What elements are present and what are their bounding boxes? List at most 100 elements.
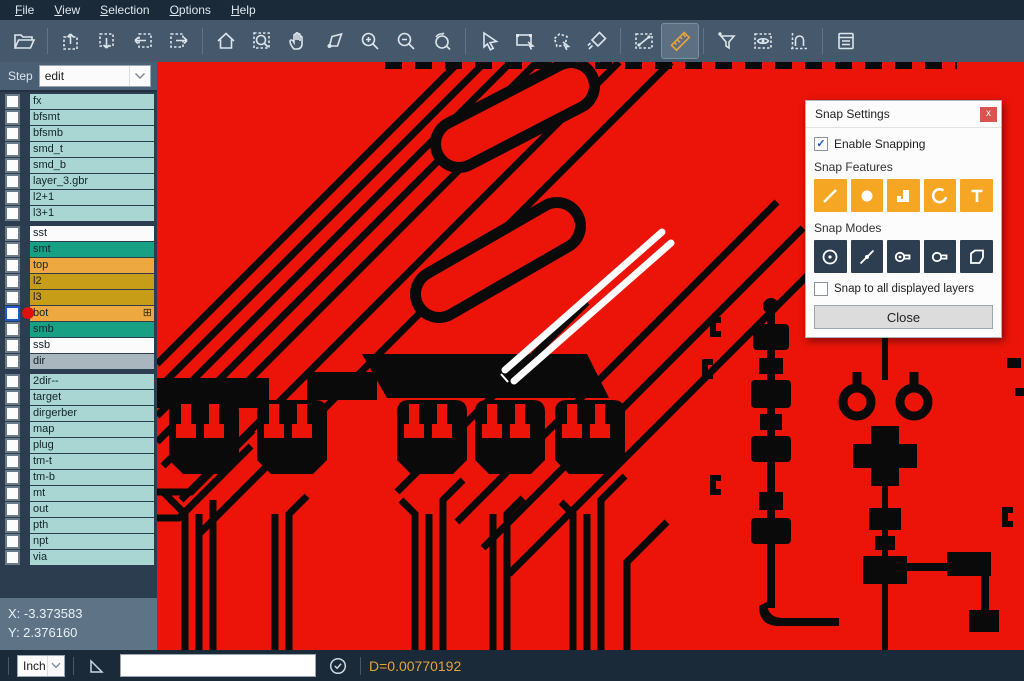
measure-line-button[interactable] bbox=[626, 24, 662, 58]
layer-row-l2+1[interactable]: l2+1 bbox=[0, 190, 157, 205]
layer-visibility-checkbox[interactable] bbox=[5, 486, 20, 501]
menu-item-help[interactable]: Help bbox=[222, 1, 265, 19]
zoom-polygon-button[interactable] bbox=[316, 24, 352, 58]
layer-row-l2[interactable]: l2 bbox=[0, 274, 157, 289]
layer-visibility-checkbox[interactable] bbox=[5, 502, 20, 517]
report-button[interactable] bbox=[828, 24, 864, 58]
all-layers-checkbox[interactable] bbox=[814, 282, 828, 296]
menu-item-options[interactable]: Options bbox=[161, 1, 220, 19]
import-down-button[interactable] bbox=[89, 24, 125, 58]
layer-row-via[interactable]: via bbox=[0, 550, 157, 565]
zoom-reset-button[interactable] bbox=[424, 24, 460, 58]
layer-visibility-checkbox[interactable] bbox=[5, 422, 20, 437]
snap-line-button[interactable] bbox=[814, 179, 847, 212]
layer-visibility-checkbox[interactable] bbox=[5, 354, 20, 369]
layer-visibility-checkbox[interactable] bbox=[5, 406, 20, 421]
layer-visibility-checkbox[interactable] bbox=[5, 438, 20, 453]
close-icon[interactable]: x bbox=[980, 107, 997, 122]
measure-ruler-button[interactable] bbox=[662, 24, 698, 58]
unit-dropdown[interactable]: Inch bbox=[17, 655, 65, 677]
export-up-button[interactable] bbox=[53, 24, 89, 58]
layer-row-bfsmb[interactable]: bfsmb bbox=[0, 126, 157, 141]
dialog-titlebar[interactable]: Snap Settings x bbox=[806, 101, 1001, 128]
layer-row-smd_b[interactable]: smd_b bbox=[0, 158, 157, 173]
select-rectangle-button[interactable] bbox=[507, 24, 543, 58]
snap-center-button[interactable] bbox=[814, 240, 847, 273]
clean-brush-button[interactable] bbox=[579, 24, 615, 58]
layer-visibility-checkbox[interactable] bbox=[5, 534, 20, 549]
layer-visibility-checkbox[interactable] bbox=[5, 470, 20, 485]
layer-row-l3+1[interactable]: l3+1 bbox=[0, 206, 157, 221]
layer-row-smb[interactable]: smb bbox=[0, 322, 157, 337]
menu-item-view[interactable]: View bbox=[45, 1, 89, 19]
layer-row-dirgerber[interactable]: dirgerber bbox=[0, 406, 157, 421]
layer-row-tm-t[interactable]: tm-t bbox=[0, 454, 157, 469]
layer-visibility-checkbox[interactable] bbox=[5, 94, 20, 109]
step-dropdown[interactable]: edit bbox=[39, 65, 151, 87]
spline-button[interactable] bbox=[781, 24, 817, 58]
layer-visibility-checkbox[interactable] bbox=[5, 322, 20, 337]
menu-item-selection[interactable]: Selection bbox=[91, 1, 158, 19]
snap-entry-button[interactable] bbox=[924, 240, 957, 273]
layer-visibility-checkbox[interactable] bbox=[5, 110, 20, 125]
confirm-circle-icon[interactable] bbox=[328, 656, 348, 676]
layer-visibility-checkbox[interactable] bbox=[5, 242, 20, 257]
snap-entry-with-point-button[interactable] bbox=[887, 240, 920, 273]
layer-visibility-checkbox[interactable] bbox=[5, 274, 20, 289]
zoom-in-button[interactable] bbox=[352, 24, 388, 58]
layer-row-map[interactable]: map bbox=[0, 422, 157, 437]
layer-row-top[interactable]: top bbox=[0, 258, 157, 273]
layer-row-l3[interactable]: l3 bbox=[0, 290, 157, 305]
zoom-out-button[interactable] bbox=[388, 24, 424, 58]
snap-text-button[interactable] bbox=[960, 179, 993, 212]
shift-right-button[interactable] bbox=[161, 24, 197, 58]
command-input[interactable] bbox=[120, 654, 316, 677]
select-polygon-button[interactable] bbox=[543, 24, 579, 58]
open-file-button[interactable] bbox=[6, 24, 42, 58]
layer-visibility-checkbox[interactable] bbox=[5, 338, 20, 353]
pan-button[interactable] bbox=[280, 24, 316, 58]
layer-row-bot[interactable]: bot⊞ bbox=[0, 306, 157, 321]
dialog-close-button[interactable]: Close bbox=[814, 305, 993, 329]
layer-row-sst[interactable]: sst bbox=[0, 226, 157, 241]
layer-visibility-checkbox[interactable] bbox=[5, 374, 20, 389]
all-layers-row[interactable]: Snap to all displayed layers bbox=[814, 282, 993, 296]
select-pointer-button[interactable] bbox=[471, 24, 507, 58]
enable-snapping-checkbox[interactable]: ✓ bbox=[814, 137, 828, 151]
layer-row-pth[interactable]: pth bbox=[0, 518, 157, 533]
home-view-button[interactable] bbox=[208, 24, 244, 58]
layer-row-dir[interactable]: dir bbox=[0, 354, 157, 369]
layer-row-plug[interactable]: plug bbox=[0, 438, 157, 453]
layer-row-smd_t[interactable]: smd_t bbox=[0, 142, 157, 157]
layer-visibility-checkbox[interactable] bbox=[5, 390, 20, 405]
layer-visibility-checkbox[interactable] bbox=[5, 518, 20, 533]
layer-row-mt[interactable]: mt bbox=[0, 486, 157, 501]
snap-pad-button[interactable] bbox=[851, 179, 884, 212]
view-eye-button[interactable] bbox=[745, 24, 781, 58]
layer-row-smt[interactable]: smt bbox=[0, 242, 157, 257]
layer-row-bfsmt[interactable]: bfsmt bbox=[0, 110, 157, 125]
enable-snapping-row[interactable]: ✓ Enable Snapping bbox=[814, 137, 993, 151]
layer-visibility-checkbox[interactable] bbox=[5, 142, 20, 157]
snap-surface-button[interactable] bbox=[887, 179, 920, 212]
layer-visibility-checkbox[interactable] bbox=[5, 454, 20, 469]
layer-visibility-checkbox[interactable] bbox=[5, 306, 20, 321]
layer-visibility-checkbox[interactable] bbox=[5, 126, 20, 141]
layer-row-tm-b[interactable]: tm-b bbox=[0, 470, 157, 485]
layer-row-out[interactable]: out bbox=[0, 502, 157, 517]
layer-visibility-checkbox[interactable] bbox=[5, 226, 20, 241]
layer-row-fx[interactable]: fx bbox=[0, 94, 157, 109]
layer-row-target[interactable]: target bbox=[0, 390, 157, 405]
snap-on-element-button[interactable] bbox=[851, 240, 884, 273]
layer-visibility-checkbox[interactable] bbox=[5, 174, 20, 189]
layer-visibility-checkbox[interactable] bbox=[5, 258, 20, 273]
shift-left-button[interactable] bbox=[125, 24, 161, 58]
snap-corner-button[interactable] bbox=[960, 240, 993, 273]
layer-visibility-checkbox[interactable] bbox=[5, 190, 20, 205]
layer-visibility-checkbox[interactable] bbox=[5, 290, 20, 305]
layer-row-ssb[interactable]: ssb bbox=[0, 338, 157, 353]
zoom-area-button[interactable] bbox=[244, 24, 280, 58]
layer-visibility-checkbox[interactable] bbox=[5, 206, 20, 221]
filter-button[interactable] bbox=[709, 24, 745, 58]
menu-item-file[interactable]: File bbox=[6, 1, 43, 19]
